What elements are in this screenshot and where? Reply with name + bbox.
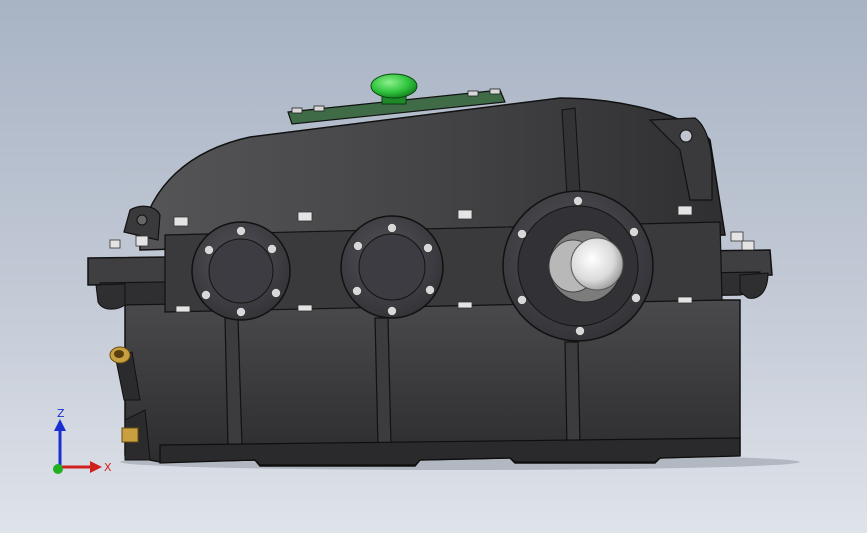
- triad-origin: [53, 464, 63, 474]
- right-flange-foot: [739, 272, 769, 299]
- lifting-lug-hole-right: [679, 129, 693, 143]
- bearing-cap-2[interactable]: [340, 215, 444, 319]
- left-flange-foot: [95, 283, 126, 310]
- cad-viewport[interactable]: Z X: [0, 0, 867, 533]
- gearbox-model[interactable]: [0, 0, 867, 533]
- coordinate-triad: Z X: [53, 407, 112, 474]
- x-axis-label: X: [104, 461, 112, 474]
- z-axis-label: Z: [57, 407, 65, 420]
- bearing-cap-1[interactable]: [191, 221, 291, 321]
- z-axis-arrow: [54, 419, 66, 431]
- lifting-lug-hole-left: [136, 214, 148, 226]
- x-axis-arrow: [90, 461, 102, 473]
